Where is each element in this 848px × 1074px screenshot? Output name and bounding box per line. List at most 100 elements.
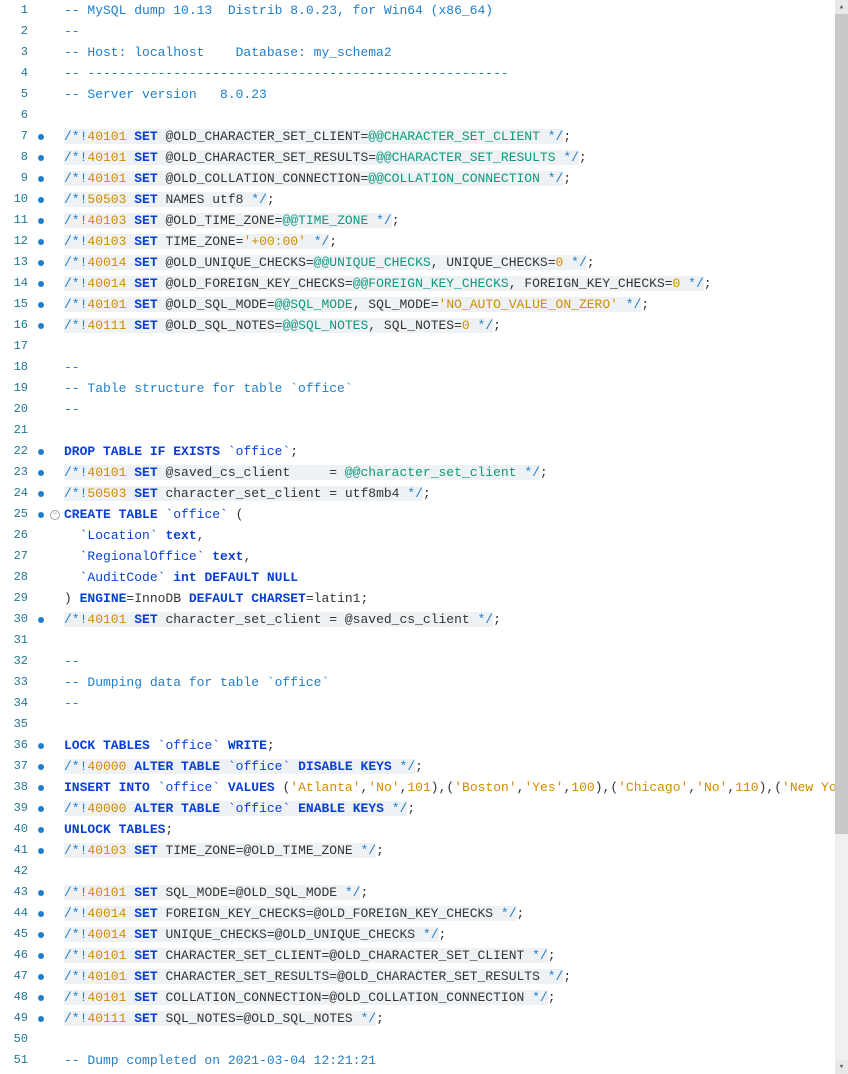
code-line[interactable] <box>64 861 835 882</box>
code-line[interactable]: `AuditCode` int DEFAULT NULL <box>64 567 835 588</box>
change-marker <box>34 357 48 378</box>
code-line[interactable]: LOCK TABLES `office` WRITE; <box>64 735 835 756</box>
line-number: 5 <box>0 84 28 105</box>
code-line[interactable]: -- <box>64 357 835 378</box>
code-line[interactable]: /*!40101 SET CHARACTER_SET_RESULTS=@OLD_… <box>64 966 835 987</box>
fold-cell <box>48 315 62 336</box>
code-line[interactable]: /*!40103 SET @OLD_TIME_ZONE=@@TIME_ZONE … <box>64 210 835 231</box>
code-line[interactable]: `Location` text, <box>64 525 835 546</box>
line-number: 12 <box>0 231 28 252</box>
fold-cell <box>48 861 62 882</box>
code-line[interactable]: /*!40101 SET @saved_cs_client = @@charac… <box>64 462 835 483</box>
code-line[interactable]: /*!40111 SET SQL_NOTES=@OLD_SQL_NOTES */… <box>64 1008 835 1029</box>
code-line[interactable]: -- -------------------------------------… <box>64 63 835 84</box>
line-number: 4 <box>0 63 28 84</box>
code-line[interactable]: -- <box>64 693 835 714</box>
code-line[interactable]: INSERT INTO `office` VALUES ('Atlanta','… <box>64 777 835 798</box>
fold-cell <box>48 672 62 693</box>
line-number: 31 <box>0 630 28 651</box>
fold-cell <box>48 336 62 357</box>
scroll-thumb[interactable] <box>835 14 848 834</box>
code-editor[interactable]: 1234567891011121314151617181920212223242… <box>0 0 848 1074</box>
scroll-down-icon[interactable]: ▾ <box>835 1060 848 1074</box>
code-line[interactable]: -- Host: localhost Database: my_schema2 <box>64 42 835 63</box>
fold-cell <box>48 42 62 63</box>
code-line[interactable] <box>64 105 835 126</box>
code-line[interactable]: /*!40111 SET @OLD_SQL_NOTES=@@SQL_NOTES,… <box>64 315 835 336</box>
code-line[interactable]: -- Dump completed on 2021-03-04 12:21:21 <box>64 1050 835 1071</box>
change-marker <box>34 693 48 714</box>
code-line[interactable]: -- Dumping data for table `office` <box>64 672 835 693</box>
fold-cell <box>48 420 62 441</box>
scroll-up-icon[interactable]: ▴ <box>835 0 848 14</box>
change-marker <box>34 777 48 798</box>
code-line[interactable]: `RegionalOffice` text, <box>64 546 835 567</box>
code-line[interactable]: -- <box>64 399 835 420</box>
code-line[interactable]: -- <box>64 21 835 42</box>
fold-cell <box>48 966 62 987</box>
code-line[interactable]: DROP TABLE IF EXISTS `office`; <box>64 441 835 462</box>
fold-cell <box>48 252 62 273</box>
code-line[interactable]: -- Table structure for table `office` <box>64 378 835 399</box>
code-line[interactable]: /*!40014 SET @OLD_UNIQUE_CHECKS=@@UNIQUE… <box>64 252 835 273</box>
change-marker-gutter <box>34 0 48 1074</box>
code-line[interactable]: /*!40014 SET @OLD_FOREIGN_KEY_CHECKS=@@F… <box>64 273 835 294</box>
line-number: 34 <box>0 693 28 714</box>
fold-cell[interactable]: − <box>48 504 62 525</box>
fold-cell <box>48 1008 62 1029</box>
change-marker <box>34 105 48 126</box>
fold-cell <box>48 882 62 903</box>
change-marker <box>34 252 48 273</box>
code-line[interactable]: /*!50503 SET character_set_client = utf8… <box>64 483 835 504</box>
code-line[interactable] <box>64 1029 835 1050</box>
line-number: 2 <box>0 21 28 42</box>
code-line[interactable]: ) ENGINE=InnoDB DEFAULT CHARSET=latin1; <box>64 588 835 609</box>
line-number: 47 <box>0 966 28 987</box>
code-line[interactable] <box>64 630 835 651</box>
change-marker <box>34 987 48 1008</box>
code-line[interactable]: /*!40101 SET @OLD_SQL_MODE=@@SQL_MODE, S… <box>64 294 835 315</box>
code-line[interactable]: /*!40101 SET @OLD_CHARACTER_SET_RESULTS=… <box>64 147 835 168</box>
fold-toggle-icon[interactable]: − <box>50 510 60 520</box>
code-line[interactable]: /*!40101 SET @OLD_COLLATION_CONNECTION=@… <box>64 168 835 189</box>
fold-cell <box>48 189 62 210</box>
code-line[interactable]: -- <box>64 651 835 672</box>
code-line[interactable]: /*!40103 SET TIME_ZONE=@OLD_TIME_ZONE */… <box>64 840 835 861</box>
change-marker <box>34 189 48 210</box>
line-number: 21 <box>0 420 28 441</box>
code-line[interactable]: /*!40103 SET TIME_ZONE='+00:00' */; <box>64 231 835 252</box>
code-line[interactable]: /*!40014 SET UNIQUE_CHECKS=@OLD_UNIQUE_C… <box>64 924 835 945</box>
fold-cell <box>48 840 62 861</box>
code-line[interactable]: /*!40101 SET COLLATION_CONNECTION=@OLD_C… <box>64 987 835 1008</box>
fold-gutter: − <box>48 0 62 1074</box>
change-marker <box>34 294 48 315</box>
code-line[interactable] <box>64 714 835 735</box>
vertical-scrollbar[interactable]: ▴ ▾ <box>835 0 848 1074</box>
line-number: 13 <box>0 252 28 273</box>
line-number: 38 <box>0 777 28 798</box>
code-line[interactable]: /*!40101 SET @OLD_CHARACTER_SET_CLIENT=@… <box>64 126 835 147</box>
change-marker <box>34 504 48 525</box>
code-line[interactable]: /*!40000 ALTER TABLE `office` DISABLE KE… <box>64 756 835 777</box>
line-number: 37 <box>0 756 28 777</box>
code-line[interactable]: /*!40014 SET FOREIGN_KEY_CHECKS=@OLD_FOR… <box>64 903 835 924</box>
change-marker <box>34 462 48 483</box>
line-number: 24 <box>0 483 28 504</box>
code-line[interactable]: CREATE TABLE `office` ( <box>64 504 835 525</box>
code-line[interactable]: -- MySQL dump 10.13 Distrib 8.0.23, for … <box>64 0 835 21</box>
change-marker <box>34 630 48 651</box>
code-line[interactable] <box>64 420 835 441</box>
code-line[interactable]: /*!50503 SET NAMES utf8 */; <box>64 189 835 210</box>
fold-cell <box>48 483 62 504</box>
line-number: 6 <box>0 105 28 126</box>
code-line[interactable]: UNLOCK TABLES; <box>64 819 835 840</box>
line-number: 32 <box>0 651 28 672</box>
code-line[interactable]: /*!40101 SET SQL_MODE=@OLD_SQL_MODE */; <box>64 882 835 903</box>
fold-cell <box>48 378 62 399</box>
code-area[interactable]: -- MySQL dump 10.13 Distrib 8.0.23, for … <box>62 0 835 1074</box>
code-line[interactable]: /*!40000 ALTER TABLE `office` ENABLE KEY… <box>64 798 835 819</box>
code-line[interactable]: /*!40101 SET CHARACTER_SET_CLIENT=@OLD_C… <box>64 945 835 966</box>
code-line[interactable] <box>64 336 835 357</box>
code-line[interactable]: -- Server version 8.0.23 <box>64 84 835 105</box>
code-line[interactable]: /*!40101 SET character_set_client = @sav… <box>64 609 835 630</box>
